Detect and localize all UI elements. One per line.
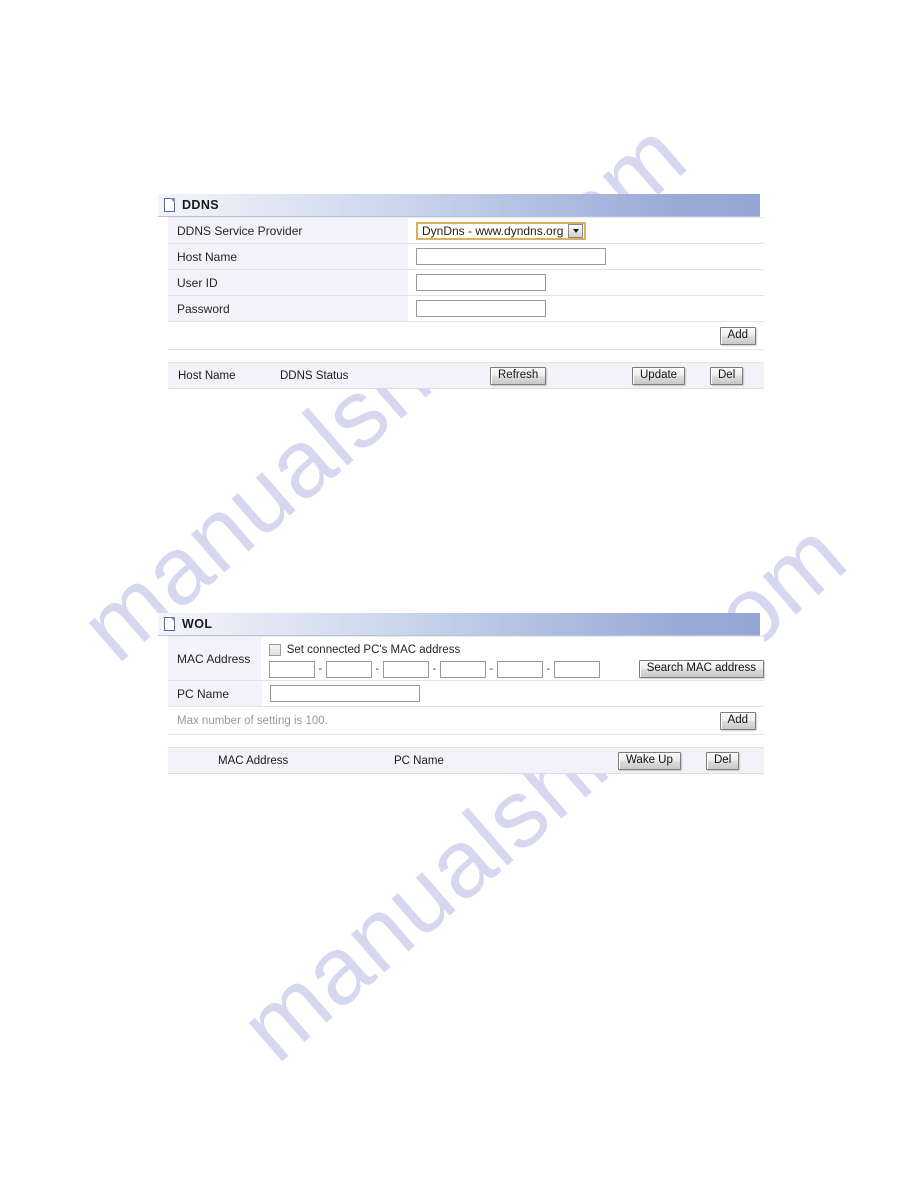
ddns-host-name-input[interactable] [416,248,606,265]
ddns-service-provider-row: DDNS Service Provider DynDns - www.dyndn… [168,217,764,244]
ddns-user-id-row: User ID [168,270,764,296]
wol-action-strip: Max number of setting is 100. Add [168,707,764,735]
wol-mac-octets: - - - - - Search MAC address [268,660,764,678]
ddns-col-host-name: Host Name [178,369,236,382]
ddns-panel-title: DDNS [182,197,220,212]
ddns-host-name-row: Host Name [168,244,764,270]
wol-col-pc-name: PC Name [394,754,444,767]
wol-mac-separator-3: - [432,663,437,675]
wol-mac-separator-2: - [375,663,380,675]
ddns-host-name-label: Host Name [168,244,408,269]
wol-mac-octet-3[interactable] [382,660,429,678]
wol-mac-octet-1[interactable] [268,660,315,678]
wol-panel-title: WOL [182,616,213,631]
wol-del-button[interactable]: Del [706,751,740,770]
ddns-panel: DDNS DDNS Service Provider DynDns - www.… [158,194,764,389]
wol-set-connected-mac-label: Set connected PC's MAC address [286,644,461,656]
page-icon [164,198,175,212]
wol-add-button[interactable]: Add [719,711,756,730]
wol-search-mac-button[interactable]: Search MAC address [638,660,764,678]
wol-set-connected-mac-checkbox[interactable] [268,644,281,656]
wol-col-mac-address: MAC Address [218,754,289,767]
ddns-user-id-label: User ID [168,270,408,295]
wol-pc-name-input[interactable] [270,685,420,702]
wol-mac-separator-5: - [546,663,551,675]
ddns-action-strip: Add [168,322,764,350]
ddns-list-header: Host Name DDNS Status Refresh Update Del [168,362,764,389]
ddns-service-provider-value: DynDns - www.dyndns.org [422,223,564,238]
ddns-password-input[interactable] [416,300,546,317]
wol-mac-address-label: MAC Address [168,637,261,680]
ddns-refresh-button[interactable]: Refresh [490,366,547,385]
ddns-spacer [168,350,764,362]
wol-panel: WOL MAC Address Set connected PC's MAC a… [158,613,764,774]
wol-pc-name-label: PC Name [168,681,262,706]
ddns-panel-header: DDNS [158,194,760,217]
wol-mac-octet-5[interactable] [496,660,543,678]
wol-max-setting-note: Max number of setting is 100. [177,714,328,727]
ddns-user-id-input[interactable] [416,274,546,291]
wol-mac-separator-4: - [489,663,494,675]
ddns-update-button[interactable]: Update [632,366,686,385]
wol-wake-up-button[interactable]: Wake Up [618,751,681,770]
wol-set-connected-mac-row: Set connected PC's MAC address [268,642,461,656]
ddns-password-row: Password [168,296,764,322]
wol-spacer [168,735,764,747]
ddns-col-status: DDNS Status [280,369,349,382]
wol-pc-name-row: PC Name [168,681,764,707]
wol-panel-header: WOL [158,613,760,636]
ddns-service-provider-label: DDNS Service Provider [168,218,408,243]
wol-mac-octet-4[interactable] [439,660,486,678]
ddns-service-provider-select[interactable]: DynDns - www.dyndns.org [416,221,587,240]
wol-mac-address-row: MAC Address Set connected PC's MAC addre… [168,636,764,681]
watermark-layer: manualshive.com manualshive.com [0,0,918,1188]
wol-list-header: MAC Address PC Name Wake Up Del [168,747,764,774]
watermark-text-1: manualshive.com [60,100,706,682]
wol-mac-octet-6[interactable] [553,660,600,678]
chevron-down-icon[interactable] [568,223,584,238]
watermark-text-2: manualshive.com [220,500,866,1082]
ddns-del-button[interactable]: Del [710,366,744,385]
ddns-password-label: Password [168,296,408,321]
ddns-panel-body: DDNS Service Provider DynDns - www.dyndn… [168,217,764,389]
page-icon [164,617,175,631]
wol-panel-body: MAC Address Set connected PC's MAC addre… [168,636,764,774]
wol-mac-separator-1: - [318,663,323,675]
wol-mac-octet-2[interactable] [325,660,372,678]
ddns-add-button[interactable]: Add [719,326,756,345]
